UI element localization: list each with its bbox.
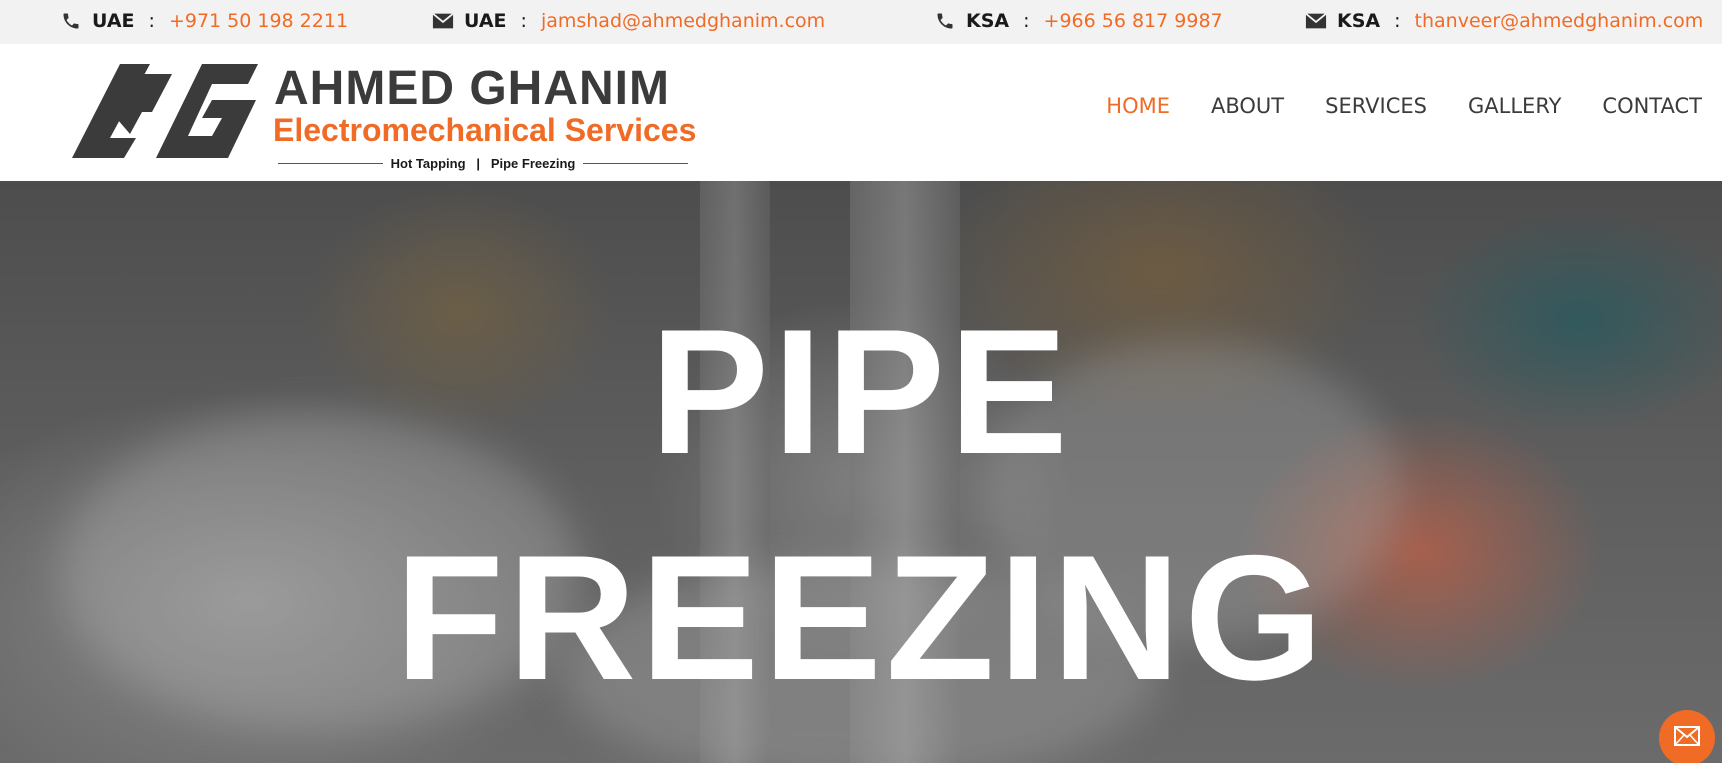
phone-link[interactable]: +971 50 198 2211 <box>169 10 348 32</box>
contact-separator: : <box>1023 10 1030 32</box>
contact-ksa-phone: KSA : +966 56 817 9987 <box>934 10 1223 32</box>
email-link[interactable]: jamshad@ahmedghanim.com <box>541 10 825 32</box>
contact-separator: : <box>520 10 527 32</box>
contact-uae-email: UAE : jamshad@ahmedghanim.com <box>432 10 825 32</box>
site-header: AHMED GHANIM Electromechanical Services … <box>0 44 1722 181</box>
nav-about[interactable]: ABOUT <box>1211 94 1284 118</box>
phone-icon <box>934 10 956 32</box>
mail-icon <box>1305 10 1327 32</box>
main-nav: HOME ABOUT SERVICES GALLERY CONTACT <box>1106 94 1702 118</box>
logo-mark-icon <box>72 64 258 158</box>
contact-region: UAE <box>92 10 135 32</box>
mail-icon <box>432 10 454 32</box>
phone-link[interactable]: +966 56 817 9987 <box>1044 10 1223 32</box>
brand-tagline-text: Hot Tapping | Pipe Freezing <box>390 156 576 171</box>
contact-region: KSA <box>966 10 1010 32</box>
hero-title-line1: PIPE <box>650 292 1072 491</box>
contact-separator: : <box>148 10 155 32</box>
mail-icon <box>1674 725 1700 751</box>
contact-region: KSA <box>1337 10 1381 32</box>
nav-gallery[interactable]: GALLERY <box>1468 94 1561 118</box>
hero-banner: PIPE FREEZING <box>0 181 1722 763</box>
site-logo[interactable]: AHMED GHANIM Electromechanical Services … <box>72 60 696 171</box>
brand-tagline: Hot Tapping | Pipe Freezing <box>278 156 688 171</box>
floating-contact-button[interactable] <box>1659 710 1715 763</box>
divider <box>583 163 688 164</box>
email-link[interactable]: thanveer@ahmedghanim.com <box>1415 10 1704 32</box>
top-contact-bar: UAE : +971 50 198 2211 UAE : jamshad@ahm… <box>0 0 1722 44</box>
divider <box>278 163 383 164</box>
contact-region: UAE <box>464 10 507 32</box>
nav-contact[interactable]: CONTACT <box>1602 94 1702 118</box>
contact-ksa-email: KSA : thanveer@ahmedghanim.com <box>1305 10 1703 32</box>
hero-title-line2: FREEZING <box>395 518 1327 717</box>
brand-subtitle: Electromechanical Services <box>273 112 697 148</box>
contact-separator: : <box>1394 10 1401 32</box>
brand-name: AHMED GHANIM <box>274 62 670 115</box>
nav-services[interactable]: SERVICES <box>1325 94 1427 118</box>
phone-icon <box>60 10 82 32</box>
contact-uae-phone: UAE : +971 50 198 2211 <box>60 10 348 32</box>
nav-home[interactable]: HOME <box>1106 94 1170 118</box>
